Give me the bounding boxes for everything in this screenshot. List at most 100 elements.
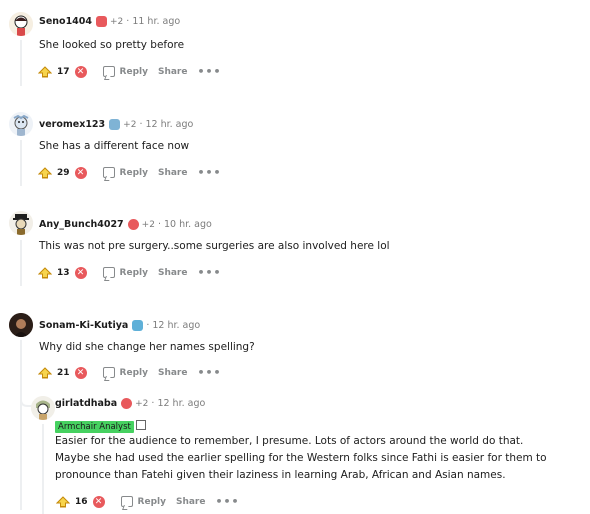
timestamp[interactable]: 10 hr. ago xyxy=(164,219,212,230)
timestamp[interactable]: 12 hr. ago xyxy=(157,398,205,409)
reply-label: Reply xyxy=(119,367,148,378)
vote-score: 13 xyxy=(57,267,70,278)
action-bar: 16 ✕ Reply Share ••• xyxy=(56,495,240,508)
share-button[interactable]: Share xyxy=(158,168,188,178)
comment-body: Why did she change her names spelling? xyxy=(39,341,255,353)
more-options-icon[interactable]: ••• xyxy=(215,495,239,508)
upvote-icon[interactable] xyxy=(38,166,52,179)
reply-button[interactable]: Reply xyxy=(120,496,166,507)
vote-group: 16 ✕ xyxy=(56,495,105,508)
flair-count: +2 xyxy=(141,219,155,230)
separator: · xyxy=(146,320,150,331)
reply-label: Reply xyxy=(137,496,166,507)
comment-line: Maybe she had used the earlier spelling … xyxy=(55,452,547,464)
action-bar: 17 ✕ Reply Share ••• xyxy=(38,65,222,78)
comment-line: pronounce than Fatehi given their lazine… xyxy=(55,469,506,481)
thread-line[interactable] xyxy=(20,240,22,286)
avatar[interactable] xyxy=(9,211,33,235)
thread-line[interactable] xyxy=(20,140,22,186)
share-button[interactable]: Share xyxy=(158,67,188,77)
comment-body: Easier for the audience to remember, I p… xyxy=(55,433,547,484)
vote-group: 21 ✕ xyxy=(38,366,87,379)
downvote-icon[interactable]: ✕ xyxy=(74,166,87,179)
vote-score: 21 xyxy=(57,367,70,378)
author-name[interactable]: Seno1404 xyxy=(39,16,92,27)
reply-icon xyxy=(120,496,133,507)
downvote-icon[interactable]: ✕ xyxy=(74,65,87,78)
flair-icon xyxy=(96,16,108,27)
comment-body: She looked so pretty before xyxy=(39,39,185,51)
share-button[interactable]: Share xyxy=(176,497,206,507)
vote-score: 16 xyxy=(75,496,88,507)
downvote-icon[interactable]: ✕ xyxy=(74,266,87,279)
reply-label: Reply xyxy=(119,167,148,178)
robot-icon xyxy=(135,419,146,430)
flair-icon xyxy=(109,119,121,130)
user-flair: Armchair Analyst xyxy=(55,414,146,433)
flair-badge: Armchair Analyst xyxy=(55,421,134,433)
separator: · xyxy=(157,219,161,230)
reply-label: Reply xyxy=(119,267,148,278)
avatar[interactable] xyxy=(9,313,33,337)
reply-icon xyxy=(102,367,115,378)
vote-group: 29 ✕ xyxy=(38,166,87,179)
vote-group: 17 ✕ xyxy=(38,65,87,78)
action-bar: 21 ✕ Reply Share ••• xyxy=(38,366,222,379)
more-options-icon[interactable]: ••• xyxy=(197,266,221,279)
thread-line[interactable] xyxy=(42,424,44,514)
reply-icon xyxy=(102,66,115,77)
avatar[interactable] xyxy=(9,112,33,136)
vote-group: 13 ✕ xyxy=(38,266,87,279)
reply-button[interactable]: Reply xyxy=(102,167,148,178)
vote-score: 17 xyxy=(57,66,70,77)
timestamp[interactable]: 12 hr. ago xyxy=(152,320,200,331)
share-button[interactable]: Share xyxy=(158,268,188,278)
flair-icon xyxy=(121,398,133,409)
upvote-icon[interactable] xyxy=(56,495,70,508)
author-name[interactable]: Sonam-Ki-Kutiya xyxy=(39,320,128,331)
timestamp[interactable]: 12 hr. ago xyxy=(145,119,193,130)
reply-icon xyxy=(102,267,115,278)
share-button[interactable]: Share xyxy=(158,368,188,378)
upvote-icon[interactable] xyxy=(38,266,52,279)
reply-button[interactable]: Reply xyxy=(102,367,148,378)
reply-icon xyxy=(102,167,115,178)
downvote-icon[interactable]: ✕ xyxy=(74,366,87,379)
reply-button[interactable]: Reply xyxy=(102,66,148,77)
flair-count: +2 xyxy=(123,119,137,130)
comment-meta: Seno1404 +2 · 11 hr. ago xyxy=(39,16,180,27)
thread-line[interactable] xyxy=(20,340,22,510)
avatar[interactable] xyxy=(9,12,33,36)
comment-thread: Seno1404 +2 · 11 hr. ago She looked so p… xyxy=(0,0,590,514)
comment-body: This was not pre surgery..some surgeries… xyxy=(39,240,390,252)
reply-label: Reply xyxy=(119,66,148,77)
flair-icon xyxy=(127,219,139,230)
flair-count: +2 xyxy=(135,398,149,409)
reply-button[interactable]: Reply xyxy=(102,267,148,278)
vote-score: 29 xyxy=(57,167,70,178)
more-options-icon[interactable]: ••• xyxy=(197,65,221,78)
action-bar: 29 ✕ Reply Share ••• xyxy=(38,166,222,179)
comment-meta: Any_Bunch4027 +2 · 10 hr. ago xyxy=(39,219,212,230)
comment-meta: girlatdhaba +2 · 12 hr. ago xyxy=(55,398,205,409)
author-name[interactable]: Any_Bunch4027 xyxy=(39,219,124,230)
separator: · xyxy=(139,119,143,130)
author-name[interactable]: veromex123 xyxy=(39,119,105,130)
upvote-icon[interactable] xyxy=(38,65,52,78)
more-options-icon[interactable]: ••• xyxy=(197,166,221,179)
thread-line[interactable] xyxy=(20,40,22,86)
flair-count: +2 xyxy=(110,16,124,27)
separator: · xyxy=(151,398,155,409)
separator: · xyxy=(126,16,130,27)
upvote-icon[interactable] xyxy=(38,366,52,379)
author-name[interactable]: girlatdhaba xyxy=(55,398,117,409)
comment-meta: Sonam-Ki-Kutiya · 12 hr. ago xyxy=(39,320,200,331)
flair-icon xyxy=(132,320,144,331)
comment-meta: veromex123 +2 · 12 hr. ago xyxy=(39,119,193,130)
comment-line: Easier for the audience to remember, I p… xyxy=(55,435,524,447)
comment-body: She has a different face now xyxy=(39,140,190,152)
timestamp[interactable]: 11 hr. ago xyxy=(132,16,180,27)
avatar[interactable] xyxy=(31,396,55,420)
more-options-icon[interactable]: ••• xyxy=(197,366,221,379)
downvote-icon[interactable]: ✕ xyxy=(92,495,105,508)
